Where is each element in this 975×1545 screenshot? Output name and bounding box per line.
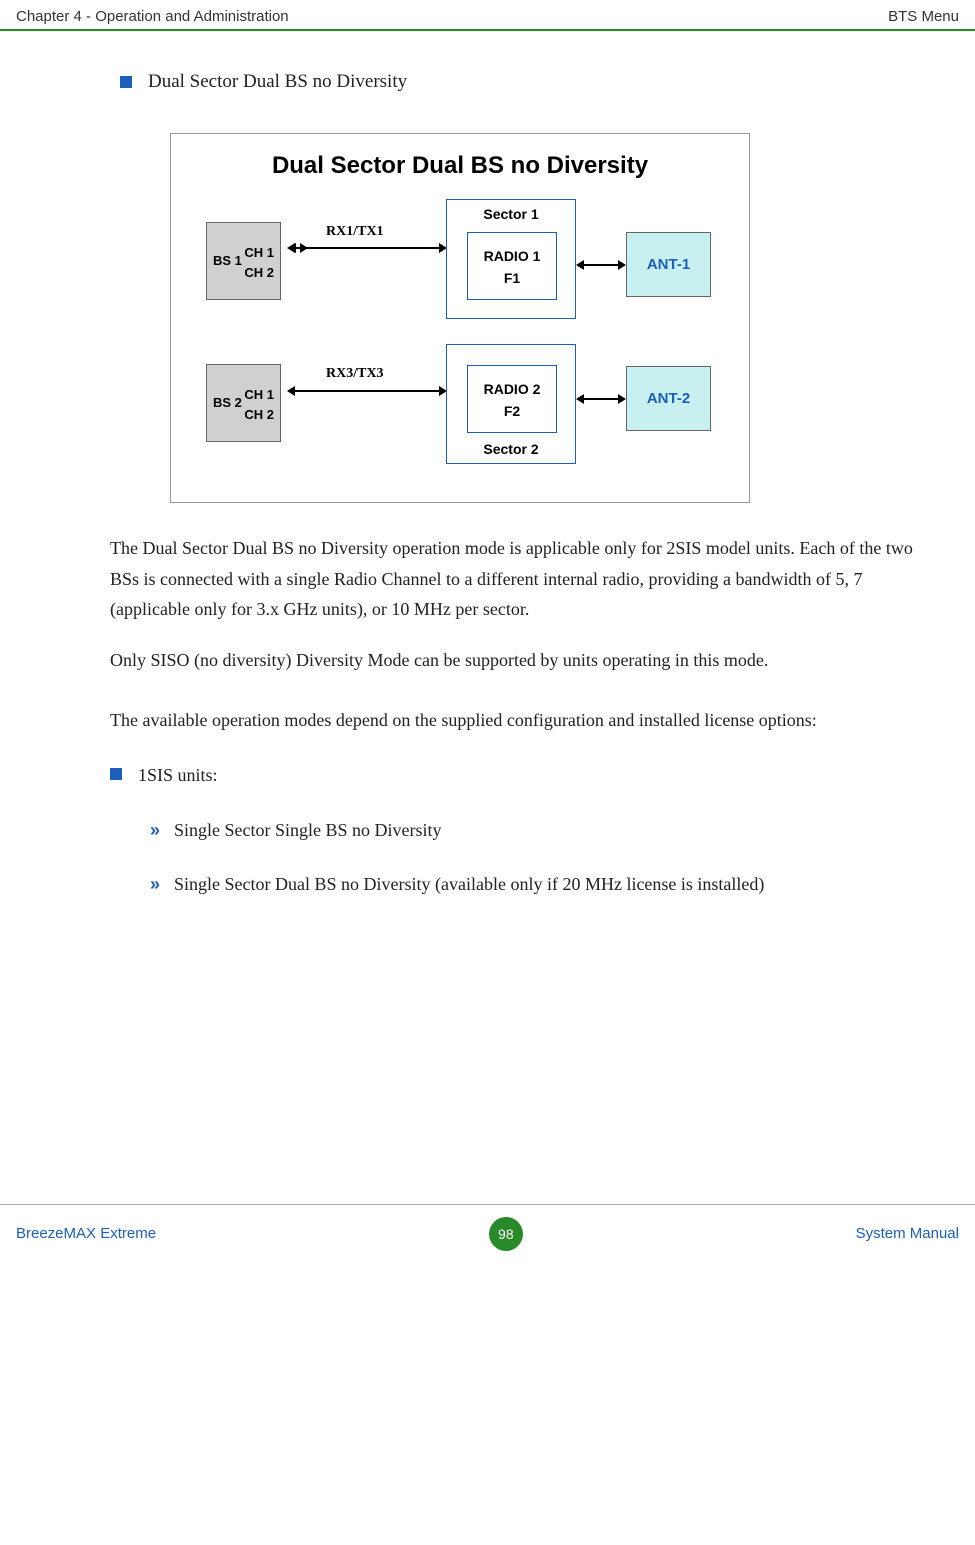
rxtx3-label: RX3/TX3	[326, 366, 384, 382]
chevron-icon: »	[150, 815, 160, 846]
radio2-line2: F2	[468, 400, 556, 422]
arrow-radio1-ant1	[584, 264, 618, 266]
page-footer: BreezeMAX Extreme 98 System Manual	[0, 1204, 975, 1263]
diagram-box: Dual Sector Dual BS no Diversity BS 1 CH…	[170, 133, 750, 503]
bs2-ch1: CH 1	[244, 385, 274, 405]
radio2-line1: RADIO 2	[468, 378, 556, 400]
sector2-group: Sector 2 RADIO 2 F2	[446, 344, 576, 464]
bullet-square-icon	[110, 768, 122, 780]
bs2-ch2: CH 2	[244, 405, 274, 425]
header-chapter: Chapter 4 - Operation and Administration	[16, 8, 289, 25]
bs1-ch1: CH 1	[244, 243, 274, 263]
paragraph-2: Only SISO (no diversity) Diversity Mode …	[110, 645, 915, 676]
section-title: Dual Sector Dual BS no Diversity	[148, 71, 407, 93]
page-header: Chapter 4 - Operation and Administration…	[0, 0, 975, 31]
bs2-label: BS 2	[213, 395, 242, 410]
bs2-channels: CH 1 CH 2	[244, 385, 274, 425]
sublist-item-2: » Single Sector Dual BS no Diversity (av…	[150, 869, 915, 900]
page-content: Dual Sector Dual BS no Diversity Dual Se…	[0, 31, 975, 944]
arrow-bs1-radio1	[289, 247, 439, 249]
diagram-title: Dual Sector Dual BS no Diversity	[171, 152, 749, 180]
radio1-line1: RADIO 1	[468, 245, 556, 267]
arrow-radio2-ant2	[584, 398, 618, 400]
sublist-item-2-text: Single Sector Dual BS no Diversity (avai…	[174, 869, 764, 900]
bs2-block: BS 2 CH 1 CH 2	[206, 364, 281, 442]
radio2-box: RADIO 2 F2	[467, 365, 557, 433]
page-number: 98	[489, 1217, 523, 1251]
diagram-container: Dual Sector Dual BS no Diversity BS 1 CH…	[170, 133, 915, 503]
header-menu: BTS Menu	[888, 8, 959, 25]
rxtx1-label: RX1/TX1	[326, 224, 384, 240]
footer-manual: System Manual	[856, 1225, 959, 1242]
bs1-channels: CH 1 CH 2	[244, 243, 274, 283]
radio1-line2: F1	[468, 267, 556, 289]
arrow-bs1-radio1-tip	[296, 247, 306, 249]
sector2-label: Sector 2	[447, 441, 575, 457]
footer-product: BreezeMAX Extreme	[16, 1225, 156, 1242]
bs1-label: BS 1	[213, 253, 242, 268]
sector1-label: Sector 1	[447, 206, 575, 222]
bs1-ch2: CH 2	[244, 263, 274, 283]
ant2-box: ANT-2	[626, 366, 711, 431]
radio1-box: RADIO 1 F1	[467, 232, 557, 300]
sublist-item-1: » Single Sector Single BS no Diversity	[150, 815, 915, 846]
arrow-bs2-radio2	[289, 390, 439, 392]
footer-content: BreezeMAX Extreme 98 System Manual	[0, 1205, 975, 1263]
paragraph-1: The Dual Sector Dual BS no Diversity ope…	[110, 533, 915, 625]
list-item-1sis: 1SIS units:	[110, 760, 915, 791]
paragraph-3: The available operation modes depend on …	[110, 705, 915, 736]
list-item-1sis-text: 1SIS units:	[138, 760, 218, 791]
bullet-square-icon	[120, 76, 132, 88]
section-heading-row: Dual Sector Dual BS no Diversity	[120, 71, 915, 93]
chevron-icon: »	[150, 869, 160, 900]
sector1-group: Sector 1 RADIO 1 F1	[446, 199, 576, 319]
ant1-box: ANT-1	[626, 232, 711, 297]
bs1-block: BS 1 CH 1 CH 2	[206, 222, 281, 300]
sublist-item-1-text: Single Sector Single BS no Diversity	[174, 815, 442, 846]
